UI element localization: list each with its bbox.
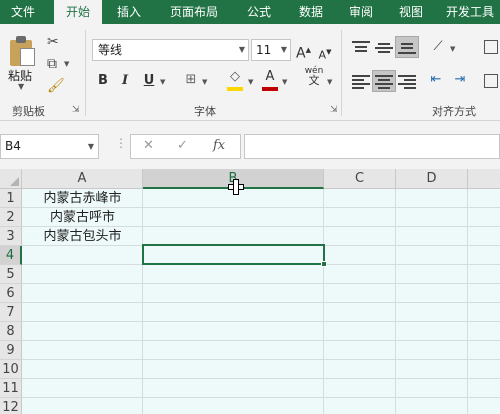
borders-icon[interactable]: ⊞ — [183, 71, 199, 89]
tab-developer[interactable]: 开发工具 — [440, 0, 500, 24]
active-cell-b4[interactable] — [142, 244, 325, 265]
shrink-font-label: A — [318, 48, 327, 62]
select-all-button[interactable] — [0, 169, 22, 189]
fill-handle[interactable] — [321, 261, 327, 267]
tab-data[interactable]: 数据 — [288, 0, 334, 24]
tab-file[interactable]: 文件 — [0, 0, 46, 24]
increase-indent-icon[interactable]: ⇥ — [452, 71, 468, 89]
clipboard-group-label: 剪贴板 — [12, 105, 45, 118]
row-header-12[interactable]: 12 — [0, 398, 22, 414]
bottom-align-icon[interactable] — [398, 40, 416, 54]
font-group-label: 字体 — [194, 105, 216, 118]
row-header-7[interactable]: 7 — [0, 303, 22, 322]
tab-home[interactable]: 开始 — [54, 0, 102, 24]
chevron-down-icon: ▼ — [87, 142, 94, 151]
italic-button[interactable]: I — [119, 72, 131, 90]
underline-button[interactable]: U — [142, 72, 156, 90]
align-left-icon[interactable] — [352, 74, 370, 89]
grow-font-button[interactable]: A▲ — [296, 41, 311, 63]
paste-icon — [10, 36, 36, 66]
font-color-label: A — [265, 69, 275, 84]
cell-a3[interactable]: 内蒙古包头市 — [22, 227, 143, 246]
grow-font-label: A — [296, 45, 306, 62]
middle-align-icon[interactable] — [375, 40, 393, 54]
copy-icon[interactable]: ⧉ — [47, 56, 57, 72]
clipboard-launcher-icon[interactable]: ⇲ — [72, 105, 80, 115]
row-header-3[interactable]: 3 — [0, 227, 22, 246]
fill-color-dropdown-icon[interactable]: ▼ — [248, 78, 253, 86]
phonetic-guide-button[interactable]: wén 文 — [302, 66, 326, 86]
select-all-icon — [10, 177, 19, 186]
row-header-2[interactable]: 2 — [0, 208, 22, 227]
wrap-text-icon[interactable] — [484, 40, 498, 54]
column-header-a[interactable]: A — [22, 169, 143, 189]
align-right-icon[interactable] — [398, 74, 416, 89]
copy-dropdown-icon[interactable]: ▼ — [64, 60, 69, 68]
chevron-down-icon: ▼ — [280, 45, 287, 54]
fill-color-icon[interactable]: ◇ — [226, 68, 244, 91]
align-center-icon[interactable] — [375, 74, 393, 89]
format-painter-icon[interactable]: 🖌 — [47, 78, 65, 94]
tab-view[interactable]: 视图 — [388, 0, 434, 24]
font-color-button[interactable]: A — [262, 68, 278, 91]
font-color-dropdown-icon[interactable]: ▼ — [282, 78, 287, 86]
chevron-down-icon[interactable]: ▼ — [18, 82, 24, 91]
underline-dropdown-icon[interactable]: ▼ — [160, 78, 165, 86]
formula-input[interactable] — [244, 134, 500, 159]
row-header-4[interactable]: 4 — [0, 246, 22, 265]
insert-function-button[interactable]: fx — [213, 138, 225, 153]
cut-icon[interactable]: ✂ — [47, 34, 59, 50]
enter-icon[interactable]: ✓ — [177, 138, 188, 153]
row-header-11[interactable]: 11 — [0, 379, 22, 398]
ribbon: 粘贴 ▼ ✂ ⧉ ▼ 🖌 剪贴板 ⇲ 等线 ▼ 11 ▼ A▲ A▼ B I U… — [0, 24, 500, 121]
font-name-select[interactable]: 等线 ▼ — [92, 39, 249, 61]
chevron-down-icon: ▼ — [238, 45, 245, 54]
worksheet-grid[interactable]: A B C D 1 2 3 4 5 6 7 8 9 10 11 12 内蒙古赤峰… — [0, 169, 500, 414]
row-header-1[interactable]: 1 — [0, 189, 22, 208]
phonetic-dropdown-icon[interactable]: ▼ — [327, 78, 332, 86]
merge-center-icon[interactable] — [484, 74, 498, 88]
column-header-d[interactable]: D — [396, 169, 468, 189]
cell-a1[interactable]: 内蒙古赤峰市 — [22, 189, 143, 208]
row-header-9[interactable]: 9 — [0, 341, 22, 360]
row-header-8[interactable]: 8 — [0, 322, 22, 341]
mouse-cursor-icon — [228, 179, 244, 195]
formula-bar: B4 ▼ ⋮ ✕ ✓ fx — [0, 121, 500, 169]
decrease-indent-icon[interactable]: ⇤ — [428, 71, 444, 89]
shrink-font-button[interactable]: A▼ — [318, 43, 332, 65]
name-box-value: B4 — [5, 139, 21, 153]
column-header-c[interactable]: C — [324, 169, 396, 189]
font-launcher-icon[interactable]: ⇲ — [330, 105, 338, 115]
row-header-5[interactable]: 5 — [0, 265, 22, 284]
orientation-icon[interactable]: ⟋ — [428, 38, 448, 56]
alignment-group-label: 对齐方式 — [432, 105, 476, 118]
font-size-value: 11 — [256, 43, 272, 57]
column-header-e[interactable] — [468, 169, 500, 189]
tab-page-layout[interactable]: 页面布局 — [158, 0, 230, 24]
tab-review[interactable]: 审阅 — [338, 0, 384, 24]
borders-dropdown-icon[interactable]: ▼ — [202, 78, 207, 86]
top-align-icon[interactable] — [352, 40, 370, 54]
row-header-6[interactable]: 6 — [0, 284, 22, 303]
cell-a2[interactable]: 内蒙古呼市 — [22, 208, 143, 227]
row-header-10[interactable]: 10 — [0, 360, 22, 379]
cancel-icon[interactable]: ✕ — [143, 138, 154, 153]
ribbon-tab-bar: 文件 开始 插入 页面布局 公式 数据 审阅 视图 开发工具 — [0, 0, 500, 24]
font-name-value: 等线 — [98, 43, 123, 57]
font-size-select[interactable]: 11 ▼ — [251, 39, 291, 61]
bold-button[interactable]: B — [96, 72, 110, 90]
name-box[interactable]: B4 ▼ — [0, 134, 99, 159]
tab-insert[interactable]: 插入 — [106, 0, 152, 24]
orientation-dropdown-icon[interactable]: ▼ — [450, 45, 455, 53]
formula-bar-grip-icon: ⋮ — [115, 136, 127, 150]
tab-formulas[interactable]: 公式 — [236, 0, 282, 24]
formula-bar-buttons: ✕ ✓ fx — [130, 134, 241, 159]
